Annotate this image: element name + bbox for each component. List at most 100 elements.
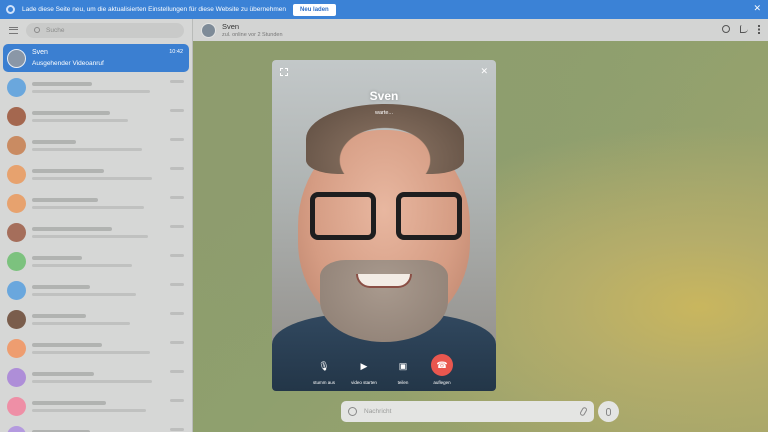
- chat-time-blurred: [170, 428, 184, 431]
- avatar: [7, 368, 26, 387]
- chat-name-blurred: [32, 169, 104, 173]
- video-call-window: ✕ Sven warte... 🎙 stumm aus ▶ video star…: [272, 60, 496, 391]
- video-button[interactable]: ▶ video starten: [344, 356, 384, 386]
- message-composer[interactable]: Nachricht: [341, 401, 594, 422]
- chat-list-item-active[interactable]: Sven Ausgehender Videoanruf 10:42: [3, 44, 189, 72]
- microphone-icon: 🎙: [318, 360, 330, 371]
- search-input[interactable]: Suche: [26, 22, 184, 38]
- chat-name-blurred: [32, 198, 98, 202]
- chat-name: Sven: [32, 49, 48, 56]
- phone-icon[interactable]: [740, 25, 748, 33]
- chat-preview-blurred: [32, 206, 144, 209]
- avatar: [7, 223, 26, 242]
- share-screen-button[interactable]: ▣ teilen: [383, 356, 423, 386]
- mute-button[interactable]: 🎙 stumm aus: [304, 356, 344, 386]
- hang-up-button[interactable]: ☎ auflegen: [422, 354, 462, 385]
- chat-list-item[interactable]: [0, 189, 192, 218]
- expand-icon[interactable]: [280, 68, 288, 76]
- avatar: [7, 194, 26, 213]
- control-label: video starten: [351, 380, 377, 385]
- chat-name-blurred: [32, 140, 76, 144]
- caller-video-smile: [356, 274, 412, 288]
- call-caller-name: Sven: [369, 89, 399, 103]
- avatar: [7, 165, 26, 184]
- chat-name-blurred: [32, 227, 112, 231]
- microphone-icon: [606, 407, 611, 416]
- chat-time-blurred: [170, 399, 184, 402]
- camera-icon: ▶: [360, 360, 368, 371]
- chat-list-item[interactable]: [0, 392, 192, 421]
- chat-time-blurred: [170, 312, 184, 315]
- settings-icon: [6, 5, 15, 14]
- voice-message-button[interactable]: [598, 401, 619, 422]
- chat-list-item[interactable]: [0, 276, 192, 305]
- chat-list-item[interactable]: [0, 421, 192, 432]
- chat-name-blurred: [32, 372, 94, 376]
- chat-preview-blurred: [32, 380, 152, 383]
- chat-list-item[interactable]: [0, 131, 192, 160]
- more-icon[interactable]: [758, 25, 760, 34]
- chat-list-item[interactable]: [0, 334, 192, 363]
- chat-time-blurred: [170, 225, 184, 228]
- avatar: [7, 252, 26, 271]
- chat-name-blurred: [32, 256, 82, 260]
- chat-list: [0, 73, 192, 432]
- close-icon[interactable]: ✕: [753, 3, 761, 14]
- chat-preview-blurred: [32, 235, 148, 238]
- chat-preview-blurred: [32, 293, 136, 296]
- chat-time-blurred: [170, 370, 184, 373]
- chat-list-item[interactable]: [0, 160, 192, 189]
- search-icon[interactable]: [722, 25, 730, 33]
- avatar: [7, 397, 26, 416]
- avatar: [7, 339, 26, 358]
- chat-time-blurred: [170, 167, 184, 170]
- screen-share-icon: ▣: [398, 360, 408, 371]
- close-icon[interactable]: ✕: [480, 66, 488, 77]
- avatar: [7, 78, 26, 97]
- search-icon: [34, 27, 40, 33]
- chat-name-blurred: [32, 343, 102, 347]
- chat-name-blurred: [32, 111, 110, 115]
- emoji-icon[interactable]: [348, 407, 357, 416]
- chat-list-item[interactable]: [0, 218, 192, 247]
- avatar: [7, 136, 26, 155]
- chat-preview: Ausgehender Videoanruf: [32, 60, 104, 67]
- chat-name-blurred: [32, 401, 106, 405]
- chat-name-blurred: [32, 285, 90, 289]
- reload-button[interactable]: Neu laden: [293, 3, 336, 16]
- menu-icon[interactable]: [9, 26, 18, 34]
- chat-title[interactable]: Sven: [222, 22, 283, 31]
- control-label: auflegen: [433, 380, 451, 385]
- chat-header: Sven zul. online vor 2 Stunden: [193, 19, 768, 41]
- chat-time-blurred: [170, 109, 184, 112]
- chat-preview-blurred: [32, 177, 152, 180]
- chat-time: 10:42: [169, 49, 183, 55]
- chat-time-blurred: [170, 138, 184, 141]
- call-status: warte...: [374, 110, 394, 116]
- banner-message: Lade diese Seite neu, um die aktualisier…: [22, 6, 287, 13]
- chat-status: zul. online vor 2 Stunden: [222, 32, 283, 38]
- chat-list-item[interactable]: [0, 305, 192, 334]
- chat-list-item[interactable]: [0, 247, 192, 276]
- chat-list-item[interactable]: [0, 73, 192, 102]
- message-input[interactable]: Nachricht: [364, 408, 581, 415]
- chat-name-blurred: [32, 82, 92, 86]
- chat-time-blurred: [170, 341, 184, 344]
- sidebar-header: Suche: [0, 19, 192, 41]
- caller-video-glasses: [310, 192, 462, 242]
- chat-preview-blurred: [32, 148, 142, 151]
- chat-time-blurred: [170, 196, 184, 199]
- avatar: [7, 281, 26, 300]
- chat-time-blurred: [170, 283, 184, 286]
- chat-list-item[interactable]: [0, 102, 192, 131]
- avatar[interactable]: [201, 22, 216, 38]
- chat-time-blurred: [170, 80, 184, 83]
- chat-time-blurred: [170, 254, 184, 257]
- update-banner: Lade diese Seite neu, um die aktualisier…: [0, 0, 768, 19]
- chat-list-item[interactable]: [0, 363, 192, 392]
- avatar: [7, 107, 26, 126]
- chat-preview-blurred: [32, 119, 128, 122]
- avatar: [7, 310, 26, 329]
- avatar: [7, 48, 26, 68]
- chat-name-blurred: [32, 314, 86, 318]
